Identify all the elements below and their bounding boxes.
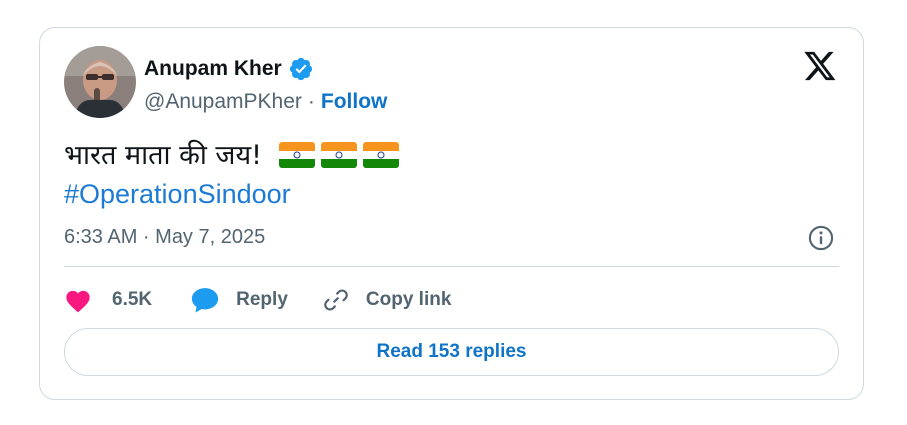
tweet-actions: 6.5K Reply Copy link <box>64 284 451 316</box>
copy-link-button[interactable]: Copy link <box>322 286 452 314</box>
flag-emojis <box>278 141 399 168</box>
india-flag-icon <box>362 141 399 168</box>
like-count: 6.5K <box>112 289 153 310</box>
tweet-body: भारत माता की जय! <box>64 140 262 171</box>
read-replies-button[interactable]: Read 153 replies <box>64 328 839 376</box>
avatar[interactable] <box>64 46 136 118</box>
embedded-tweet-card: Anupam Kher @AnupamPKher · Follow भारत म… <box>39 27 864 400</box>
x-logo-icon[interactable] <box>803 50 837 82</box>
link-icon <box>324 289 348 311</box>
speech-bubble-icon <box>192 288 219 313</box>
author-name[interactable]: Anupam Kher <box>144 57 282 81</box>
copy-link-label: Copy link <box>365 289 452 310</box>
follow-button[interactable]: Follow <box>321 90 388 114</box>
india-flag-icon <box>278 141 315 168</box>
tweet-text: भारत माता की जय! <box>64 138 399 174</box>
author-handle[interactable]: @AnupamPKher <box>144 90 302 114</box>
read-replies-label: Read 153 replies <box>376 341 527 362</box>
verified-badge-icon <box>288 56 314 82</box>
heart-icon <box>66 290 90 313</box>
tweet-timestamp[interactable]: 6:33 AM · May 7, 2025 <box>64 226 265 249</box>
reply-label: Reply <box>236 289 288 310</box>
hashtag-link[interactable]: #OperationSindoor <box>64 176 291 212</box>
author-name-row: Anupam Kher <box>144 56 314 82</box>
divider <box>64 266 839 267</box>
reply-button[interactable]: Reply <box>190 286 288 314</box>
india-flag-icon <box>320 141 357 168</box>
separator-dot: · <box>307 90 315 113</box>
info-icon[interactable] <box>807 224 835 252</box>
like-button[interactable]: 6.5K <box>64 287 152 313</box>
author-handle-row: @AnupamPKher · Follow <box>144 90 387 114</box>
